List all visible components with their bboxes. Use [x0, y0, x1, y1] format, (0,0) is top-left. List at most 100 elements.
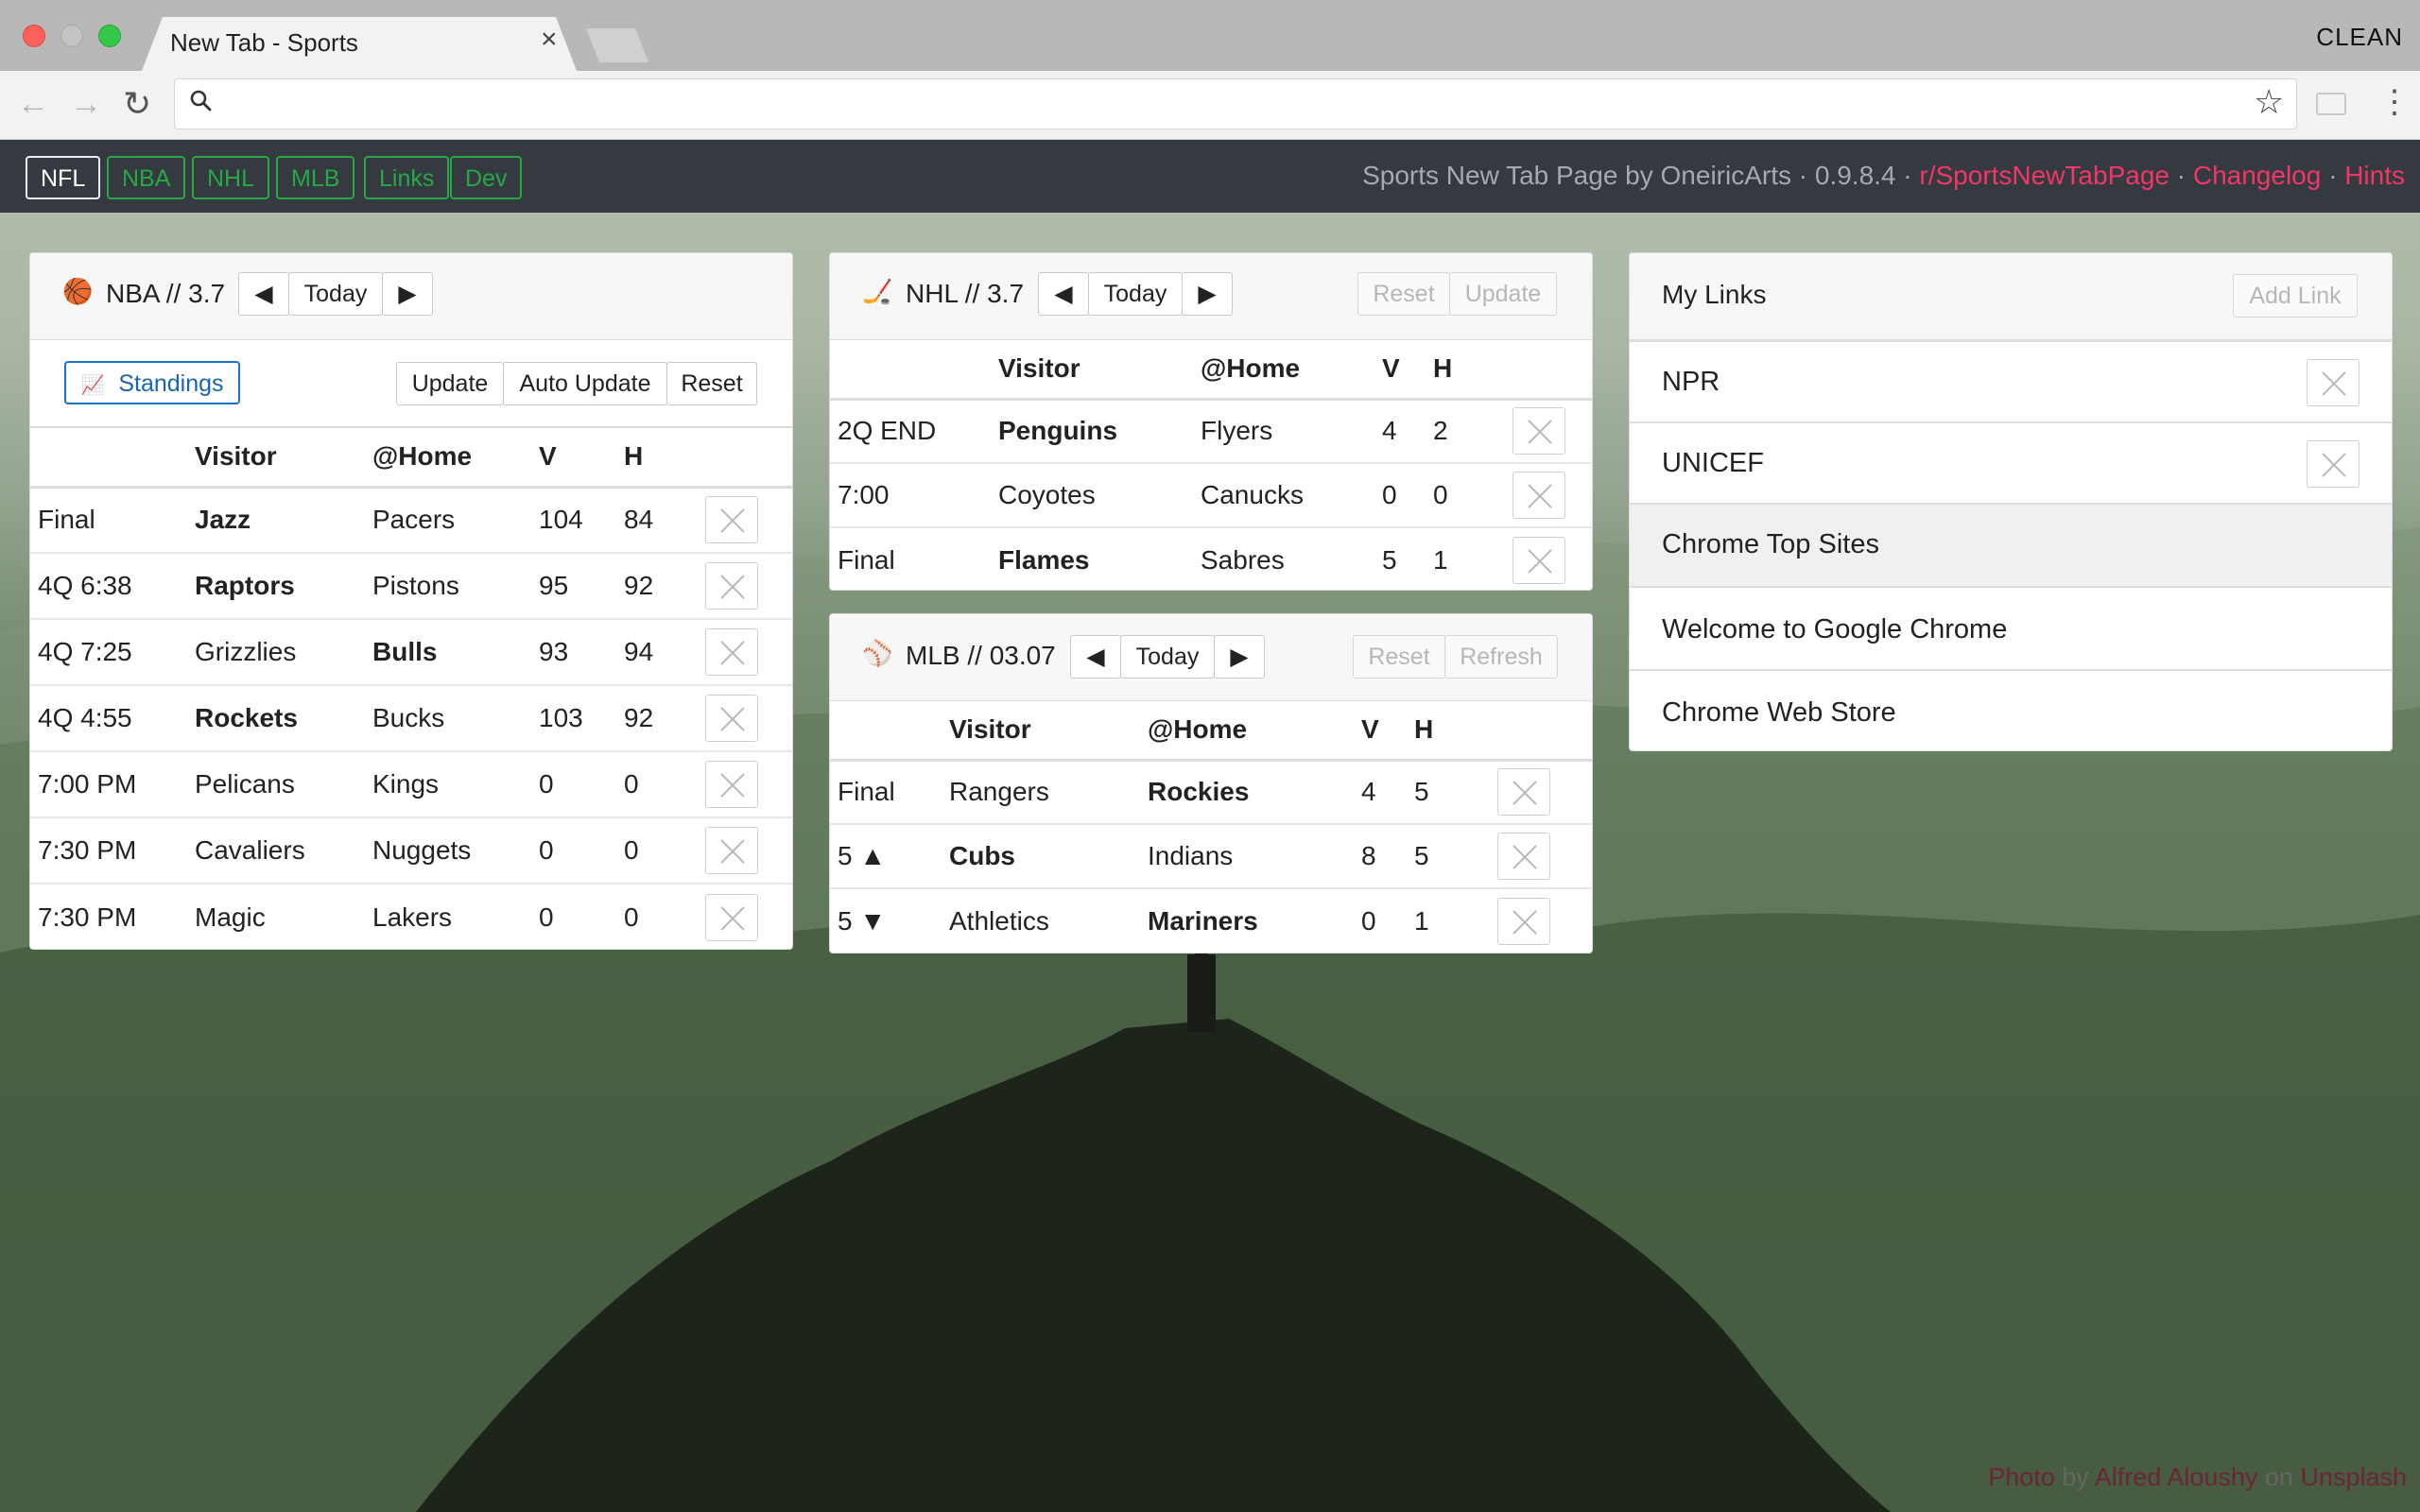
visitor-team: Cavaliers — [195, 816, 372, 884]
row-actions — [705, 486, 792, 553]
forward-arrow-icon[interactable]: → — [70, 85, 102, 123]
add-link-button[interactable]: Add Link — [2233, 274, 2358, 318]
nba-reset-button[interactable]: Reset — [666, 362, 757, 405]
home-team: Pacers — [372, 486, 539, 553]
remove-game-icon[interactable] — [705, 562, 758, 610]
nhl-reset-button[interactable]: Reset — [1357, 272, 1450, 316]
nba-prev-day-button[interactable]: ◀ — [238, 272, 289, 316]
mlb-scores-table: Visitor @Home V H Final Rangers Rockies 4 5 5… — [830, 701, 1592, 953]
hints-link[interactable]: Hints — [2344, 161, 2405, 190]
nav-dev[interactable]: Dev — [450, 156, 523, 199]
author-link[interactable]: Alfred Aloushy — [2095, 1463, 2258, 1491]
nav-nhl[interactable]: NHL — [192, 156, 270, 199]
game-status: Final — [30, 486, 195, 553]
nav-nba[interactable]: NBA — [107, 156, 186, 199]
browser-menu-icon[interactable]: ⋮ — [2378, 83, 2411, 121]
top-site-item[interactable]: Chrome Web Store — [1630, 669, 2392, 750]
actions-header — [1512, 340, 1592, 401]
top-site-item[interactable]: Welcome to Google Chrome — [1630, 586, 2392, 669]
mlb-today-button[interactable]: Today — [1120, 635, 1215, 679]
home-team: Lakers — [372, 883, 539, 949]
profile-label[interactable]: CLEAN — [2316, 23, 2403, 52]
game-status: 7:30 PM — [30, 883, 195, 949]
home-score: 1 — [1414, 887, 1497, 953]
standings-button[interactable]: 📈 Standings — [64, 361, 240, 404]
changelog-link[interactable]: Changelog — [2193, 161, 2321, 190]
game-row: 7:30 PM Cavaliers Nuggets 0 0 — [30, 816, 792, 884]
home-score: 0 — [624, 816, 705, 884]
row-actions — [705, 883, 792, 949]
link-item-npr[interactable]: NPR — [1630, 340, 2392, 421]
visitor-score: 0 — [539, 883, 624, 949]
unsplash-link[interactable]: Unsplash — [2300, 1463, 2407, 1491]
home-team: Indians — [1148, 823, 1361, 888]
remove-game-icon[interactable] — [705, 628, 758, 676]
link-label[interactable]: NPR — [1662, 367, 1720, 398]
home-score-header: H — [1433, 340, 1512, 401]
visitor-score: 0 — [1382, 462, 1433, 527]
remove-game-icon[interactable] — [705, 496, 758, 544]
game-status: Final — [830, 759, 949, 824]
photo-link[interactable]: Photo — [1988, 1463, 2055, 1491]
visitor-score: 4 — [1361, 759, 1414, 824]
visitor-team: Rockets — [195, 684, 372, 751]
mlb-prev-day-button[interactable]: ◀ — [1070, 635, 1121, 679]
window-minimize-button[interactable] — [60, 25, 83, 47]
app-info-text: Sports New Tab Page by OneiricArts · 0.9… — [1362, 161, 1920, 190]
top-site-label[interactable]: Welcome to Google Chrome — [1662, 614, 2007, 645]
address-bar[interactable] — [174, 78, 2297, 129]
status-header — [30, 428, 195, 489]
remove-game-icon[interactable] — [1512, 472, 1565, 519]
extension-icon[interactable] — [2316, 93, 2346, 115]
back-arrow-icon[interactable]: ← — [17, 85, 49, 123]
visitor-score: 0 — [539, 750, 624, 817]
nhl-today-button[interactable]: Today — [1088, 272, 1183, 316]
mlb-refresh-button[interactable]: Refresh — [1444, 635, 1558, 679]
remove-link-icon[interactable] — [2307, 359, 2360, 406]
nhl-next-day-button[interactable]: ▶ — [1182, 272, 1233, 316]
row-actions — [705, 552, 792, 619]
row-actions — [1497, 887, 1592, 953]
subreddit-link[interactable]: r/SportsNewTabPage — [1919, 161, 2169, 190]
window-maximize-button[interactable] — [98, 25, 121, 47]
game-row: 4Q 4:55 Rockets Bucks 103 92 — [30, 684, 792, 751]
mlb-reset-button[interactable]: Reset — [1353, 635, 1445, 679]
remove-game-icon[interactable] — [1497, 768, 1550, 816]
link-label[interactable]: UNICEF — [1662, 448, 1764, 479]
nav-mlb[interactable]: MLB — [276, 156, 355, 199]
home-score: 92 — [624, 684, 705, 751]
home-score: 5 — [1414, 823, 1497, 888]
home-team: Rockies — [1148, 759, 1361, 824]
nba-next-day-button[interactable]: ▶ — [382, 272, 433, 316]
remove-game-icon[interactable] — [705, 893, 758, 941]
nba-today-button[interactable]: Today — [288, 272, 383, 316]
remove-game-icon[interactable] — [1512, 536, 1565, 584]
bookmark-star-icon[interactable]: ☆ — [2254, 83, 2284, 121]
remove-game-icon[interactable] — [1497, 833, 1550, 880]
mlb-title: MLB // 03.07 — [906, 641, 1056, 670]
mlb-next-day-button[interactable]: ▶ — [1214, 635, 1265, 679]
actions-header — [1497, 701, 1592, 762]
home-team: Sabres — [1201, 526, 1382, 590]
game-row: 4Q 6:38 Raptors Pistons 95 92 — [30, 552, 792, 619]
reload-icon[interactable]: ↻ — [123, 85, 151, 123]
auto-update-button[interactable]: Auto Update — [503, 362, 667, 405]
window-close-button[interactable] — [23, 25, 45, 47]
remove-game-icon[interactable] — [1497, 897, 1550, 945]
visitor-score: 103 — [539, 684, 624, 751]
remove-game-icon[interactable] — [705, 695, 758, 742]
remove-game-icon[interactable] — [1512, 407, 1565, 455]
top-site-label[interactable]: Chrome Web Store — [1662, 697, 1896, 729]
visitor-team: Pelicans — [195, 750, 372, 817]
game-row: 7:00 PM Pelicans Kings 0 0 — [30, 750, 792, 817]
link-item-unicef[interactable]: UNICEF — [1630, 421, 2392, 503]
nhl-prev-day-button[interactable]: ◀ — [1038, 272, 1089, 316]
nhl-update-button[interactable]: Update — [1449, 272, 1557, 316]
nav-links[interactable]: Links — [364, 156, 450, 199]
remove-game-icon[interactable] — [705, 761, 758, 808]
nba-update-button[interactable]: Update — [396, 362, 504, 405]
remove-link-icon[interactable] — [2307, 440, 2360, 488]
tab-close-icon[interactable]: × — [541, 26, 558, 54]
nav-nfl[interactable]: NFL — [26, 156, 101, 199]
remove-game-icon[interactable] — [705, 827, 758, 874]
